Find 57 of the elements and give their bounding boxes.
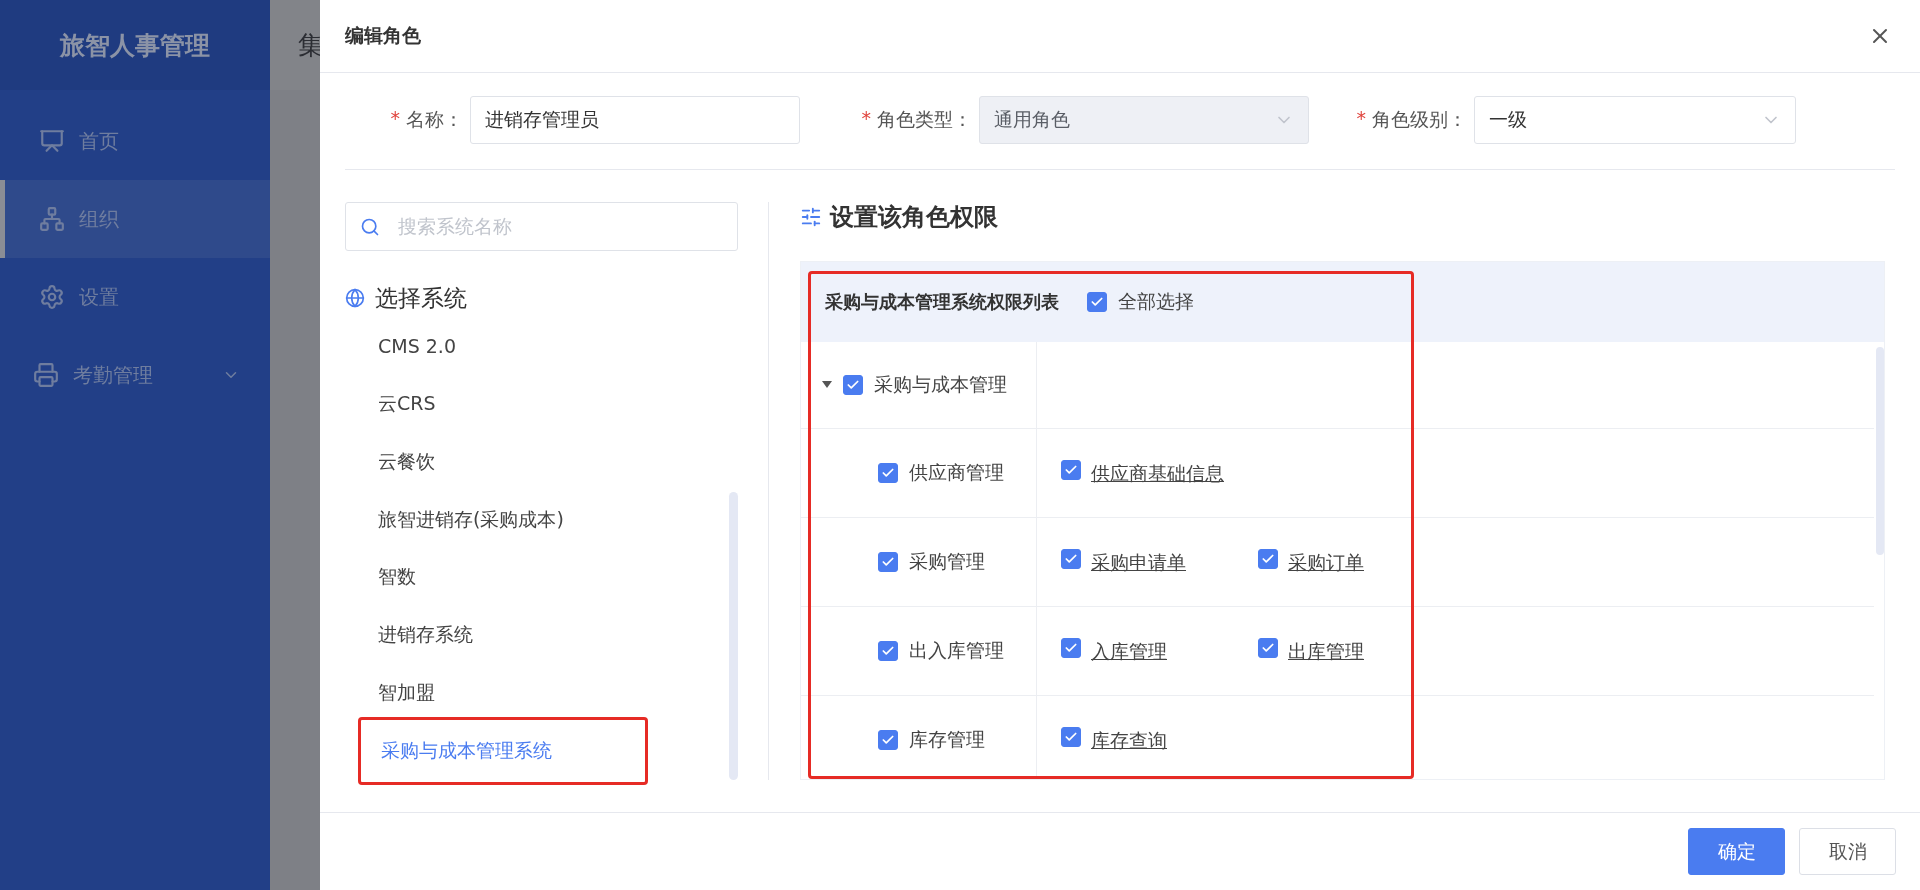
group-label: 供应商管理: [909, 460, 1004, 485]
group-label: 采购管理: [909, 549, 985, 574]
cancel-button[interactable]: 取消: [1799, 828, 1896, 875]
field-label: * 角色类型：: [860, 107, 972, 132]
checkbox[interactable]: [1061, 548, 1081, 569]
section-heading: 选择系统: [375, 283, 467, 313]
table-title: 采购与成本管理系统权限列表: [825, 290, 1059, 314]
check-icon: [1090, 295, 1104, 309]
permission-link[interactable]: 采购订单: [1288, 548, 1364, 576]
system-item[interactable]: 智数: [378, 557, 416, 598]
checkbox[interactable]: [878, 463, 898, 483]
checkbox[interactable]: [878, 730, 898, 750]
permission-link[interactable]: 供应商基础信息: [1091, 459, 1224, 487]
checkbox[interactable]: [1258, 548, 1278, 569]
permission-link[interactable]: 采购申请单: [1091, 548, 1186, 576]
checkbox[interactable]: [1061, 726, 1081, 747]
checkbox[interactable]: [878, 552, 898, 572]
checkbox-label: 全部选择: [1118, 289, 1194, 314]
group-label: 库存管理: [909, 727, 985, 752]
checkbox[interactable]: [1258, 637, 1278, 658]
checkbox[interactable]: [1061, 637, 1081, 658]
scrollbar[interactable]: [1876, 347, 1884, 555]
system-item[interactable]: 云CRS: [378, 383, 436, 424]
permission-link[interactable]: 库存查询: [1091, 726, 1167, 754]
checkbox[interactable]: [843, 375, 863, 395]
system-item[interactable]: 智加盟: [378, 673, 435, 714]
check-icon: [846, 378, 860, 392]
dialog-title: 编辑角色: [345, 23, 421, 48]
globe-icon: [345, 288, 365, 308]
group-label: 出入库管理: [909, 638, 1004, 663]
permission-link[interactable]: 入库管理: [1091, 637, 1167, 665]
section-heading: 设置该角色权限: [830, 202, 998, 233]
checkbox[interactable]: [1061, 459, 1081, 480]
field-label: * 名称：: [389, 107, 463, 132]
check-icon: [881, 733, 895, 747]
confirm-button[interactable]: 确定: [1688, 828, 1785, 875]
scrollbar[interactable]: [729, 492, 738, 780]
checkbox[interactable]: [1087, 292, 1107, 312]
system-item[interactable]: CMS 2.0: [378, 325, 456, 366]
input-field[interactable]: 进销存管理员: [470, 96, 800, 144]
permission-link[interactable]: 出库管理: [1288, 637, 1364, 665]
app-logo: 旅智人事管理: [0, 0, 270, 90]
module-label: 采购与成本管理: [874, 372, 1007, 397]
system-item[interactable]: 进销存系统: [378, 615, 473, 656]
page-title: 集: [298, 28, 324, 62]
search-icon: [360, 216, 380, 237]
system-item[interactable]: 旅智进销存(采购成本): [378, 499, 564, 540]
select-field[interactable]: 一级: [1474, 96, 1796, 144]
checkbox[interactable]: [878, 641, 898, 661]
check-icon: [881, 555, 895, 569]
system-item[interactable]: 云餐饮: [378, 441, 435, 482]
check-icon: [881, 466, 895, 480]
field-label: * 角色级别：: [1355, 107, 1467, 132]
sliders-icon: [800, 206, 822, 228]
system-item[interactable]: 采购与成本管理系统: [358, 717, 648, 785]
caret-icon[interactable]: [822, 381, 832, 389]
check-icon: [881, 644, 895, 658]
